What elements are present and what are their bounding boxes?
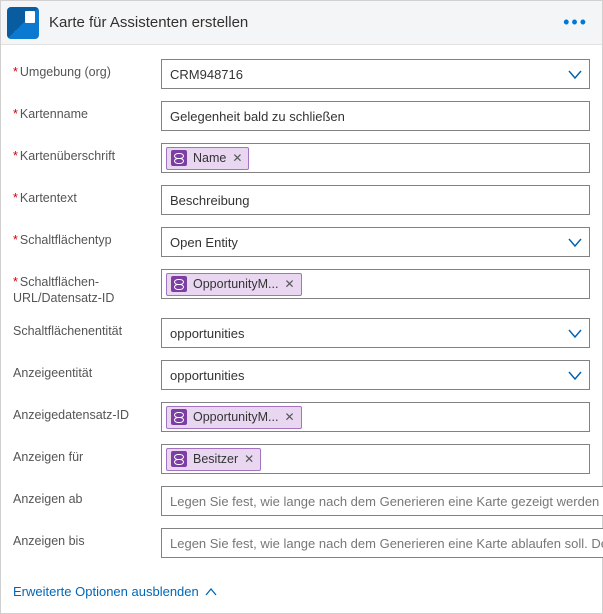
card-title: Karte für Assistenten erstellen [49,14,559,31]
action-card: Karte für Assistenten erstellen ••• Umge… [0,0,603,614]
label-cardname: Kartenname [13,101,161,123]
label-environment: Umgebung (org) [13,59,161,81]
chevron-down-icon [567,235,583,249]
label-cardheader: Kartenüberschrift [13,143,161,165]
showrecordid-tokenfield[interactable]: OpportunityM... ✕ [161,402,590,432]
label-showfor: Anzeigen für [13,444,161,466]
chevron-down-icon [567,326,583,340]
showfrom-input[interactable]: Legen Sie fest, wie lange nach dem Gener… [161,486,603,516]
card-header: Karte für Assistenten erstellen ••• [1,1,602,45]
showfor-tokenfield[interactable]: Besitzer ✕ [161,444,590,474]
token-name[interactable]: Name ✕ [166,147,249,170]
buttontype-select[interactable]: Open Entity [161,227,590,257]
token-opportunity-url[interactable]: OpportunityM... ✕ [166,273,302,296]
label-showrecordid: Anzeigedatensatz-ID [13,402,161,424]
buttonurl-tokenfield[interactable]: OpportunityM... ✕ [161,269,590,299]
token-remove-icon[interactable]: ✕ [232,151,242,165]
showentity-select[interactable]: opportunities [161,360,590,390]
database-icon [171,451,187,467]
token-remove-icon[interactable]: ✕ [284,410,294,424]
label-buttontype: Schaltflächentyp [13,227,161,249]
dynamics-icon [7,7,39,39]
environment-select[interactable]: CRM948716 [161,59,590,89]
cardname-input[interactable]: Gelegenheit bald zu schließen [161,101,590,131]
token-opportunity-record[interactable]: OpportunityM... ✕ [166,406,302,429]
label-showentity: Anzeigeentität [13,360,161,382]
label-showto: Anzeigen bis [13,528,161,550]
token-owner[interactable]: Besitzer ✕ [166,448,261,471]
more-menu-button[interactable]: ••• [559,10,592,35]
cardname-value: Gelegenheit bald zu schließen [170,109,581,124]
advanced-options-label: Erweiterte Optionen ausblenden [13,584,199,599]
showentity-value: opportunities [170,368,561,383]
cardtext-input[interactable]: Beschreibung [161,185,590,215]
chevron-down-icon [567,67,583,81]
cardtext-value: Beschreibung [170,193,581,208]
cardheader-tokenfield[interactable]: Name ✕ [161,143,590,173]
token-remove-icon[interactable]: ✕ [244,452,254,466]
label-showfrom: Anzeigen ab [13,486,161,508]
label-buttonurl: Schaltflächen-URL/Datensatz-ID [13,269,161,306]
database-icon [171,150,187,166]
token-remove-icon[interactable]: ✕ [284,277,294,291]
chevron-down-icon [567,368,583,382]
showfrom-placeholder: Legen Sie fest, wie lange nach dem Gener… [170,494,603,509]
buttonentity-value: opportunities [170,326,561,341]
advanced-options-toggle[interactable]: Erweiterte Optionen ausblenden [13,584,217,599]
database-icon [171,409,187,425]
showto-placeholder: Legen Sie fest, wie lange nach dem Gener… [170,536,603,551]
buttontype-value: Open Entity [170,235,561,250]
chevron-up-icon [205,587,217,597]
card-body: Umgebung (org) CRM948716 Kartenname Gele… [1,45,602,576]
label-cardtext: Kartentext [13,185,161,207]
showto-input[interactable]: Legen Sie fest, wie lange nach dem Gener… [161,528,603,558]
card-footer: Erweiterte Optionen ausblenden [1,576,602,613]
database-icon [171,276,187,292]
buttonentity-select[interactable]: opportunities [161,318,590,348]
environment-value: CRM948716 [170,67,561,82]
label-buttonentity: Schaltflächenentität [13,318,161,340]
